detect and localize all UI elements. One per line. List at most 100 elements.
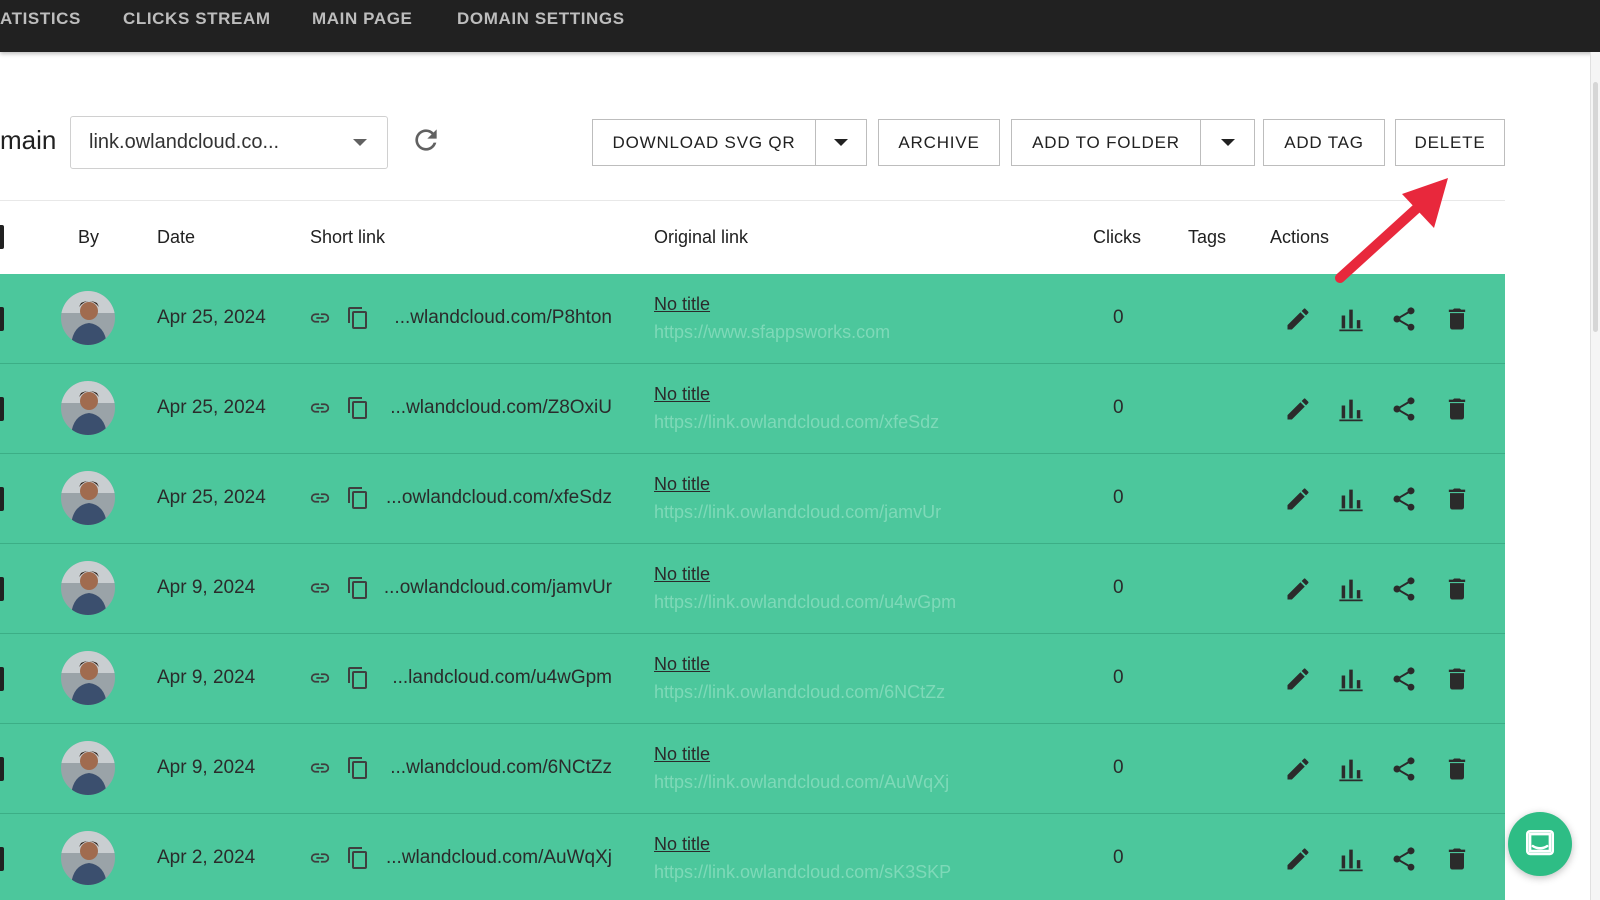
- edit-icon[interactable]: [1284, 485, 1312, 513]
- row-original-title[interactable]: No title: [654, 384, 710, 405]
- copy-icon[interactable]: [346, 305, 370, 331]
- row-original-url[interactable]: https://link.owlandcloud.com/AuWqXj: [654, 772, 949, 793]
- row-original-url[interactable]: https://link.owlandcloud.com/xfeSdz: [654, 412, 939, 433]
- delete-icon[interactable]: [1443, 755, 1471, 783]
- stats-icon[interactable]: [1337, 665, 1365, 693]
- stats-icon[interactable]: [1337, 575, 1365, 603]
- row-short-link[interactable]: ...landcloud.com/u4wGpm: [392, 667, 612, 689]
- header-date[interactable]: Date: [157, 227, 195, 248]
- chat-button[interactable]: [1508, 812, 1572, 876]
- stats-icon[interactable]: [1337, 395, 1365, 423]
- table-row: Apr 9, 2024 ...owlandcloud.com/jamvUr No…: [0, 544, 1505, 634]
- link-icon[interactable]: [309, 487, 331, 509]
- tab-clicks-stream[interactable]: CLICKS STREAM: [123, 9, 271, 29]
- share-icon[interactable]: [1390, 665, 1418, 693]
- copy-icon[interactable]: [346, 755, 370, 781]
- tab-domain-settings[interactable]: DOMAIN SETTINGS: [457, 9, 625, 29]
- header-clicks[interactable]: Clicks: [1093, 227, 1141, 248]
- archive-button[interactable]: ARCHIVE: [878, 119, 1000, 166]
- link-icon[interactable]: [309, 577, 331, 599]
- copy-icon[interactable]: [346, 395, 370, 421]
- delete-icon[interactable]: [1443, 395, 1471, 423]
- stats-icon[interactable]: [1337, 845, 1365, 873]
- row-short-link[interactable]: ...wlandcloud.com/P8hton: [394, 307, 612, 329]
- copy-icon[interactable]: [346, 665, 370, 691]
- share-icon[interactable]: [1390, 845, 1418, 873]
- row-original-url[interactable]: https://link.owlandcloud.com/sK3SKP: [654, 862, 951, 883]
- download-svg-qr-label: DOWNLOAD SVG QR: [612, 132, 796, 152]
- share-icon[interactable]: [1390, 305, 1418, 333]
- row-original-title[interactable]: No title: [654, 294, 710, 315]
- delete-icon[interactable]: [1443, 665, 1471, 693]
- share-icon[interactable]: [1390, 755, 1418, 783]
- tab-statistics[interactable]: ATISTICS: [0, 9, 81, 29]
- row-original-title[interactable]: No title: [654, 474, 710, 495]
- delete-icon[interactable]: [1443, 305, 1471, 333]
- scrollbar-thumb[interactable]: [1593, 82, 1598, 332]
- row-checkbox[interactable]: [0, 397, 4, 421]
- share-icon[interactable]: [1390, 485, 1418, 513]
- select-all-checkbox[interactable]: [0, 225, 4, 249]
- edit-icon[interactable]: [1284, 665, 1312, 693]
- row-checkbox[interactable]: [0, 667, 4, 691]
- row-original-title[interactable]: No title: [654, 654, 710, 675]
- delete-icon[interactable]: [1443, 485, 1471, 513]
- row-original-url[interactable]: https://link.owlandcloud.com/6NCtZz: [654, 682, 945, 703]
- stats-icon[interactable]: [1337, 305, 1365, 333]
- stats-icon[interactable]: [1337, 485, 1365, 513]
- copy-icon[interactable]: [346, 845, 370, 871]
- chevron-down-icon: [1220, 139, 1235, 146]
- edit-icon[interactable]: [1284, 395, 1312, 423]
- link-icon[interactable]: [309, 757, 331, 779]
- tab-main-page[interactable]: MAIN PAGE: [312, 9, 412, 29]
- row-original-title[interactable]: No title: [654, 744, 710, 765]
- table-header: By Date Short link Original link Clicks …: [0, 201, 1505, 274]
- row-short-link[interactable]: ...wlandcloud.com/6NCtZz: [390, 757, 612, 779]
- link-icon[interactable]: [309, 397, 331, 419]
- chevron-down-icon: [353, 139, 367, 146]
- link-icon[interactable]: [309, 307, 331, 329]
- row-short-link[interactable]: ...owlandcloud.com/jamvUr: [384, 577, 612, 599]
- page-scrollbar[interactable]: [1590, 52, 1600, 900]
- row-short-link[interactable]: ...wlandcloud.com/AuWqXj: [386, 847, 612, 869]
- row-original-url[interactable]: https://link.owlandcloud.com/jamvUr: [654, 502, 941, 523]
- delete-icon[interactable]: [1443, 575, 1471, 603]
- share-icon[interactable]: [1390, 395, 1418, 423]
- row-original-url[interactable]: https://link.owlandcloud.com/u4wGpm: [654, 592, 956, 613]
- row-short-link[interactable]: ...wlandcloud.com/Z8OxiU: [390, 397, 612, 419]
- row-checkbox[interactable]: [0, 307, 4, 331]
- download-svg-qr-button[interactable]: DOWNLOAD SVG QR: [592, 119, 816, 166]
- link-icon[interactable]: [309, 847, 331, 869]
- copy-icon[interactable]: [346, 575, 370, 601]
- delete-icon[interactable]: [1443, 845, 1471, 873]
- avatar: [61, 381, 115, 435]
- domain-select[interactable]: link.owlandcloud.co...: [70, 116, 388, 169]
- row-original-title[interactable]: No title: [654, 834, 710, 855]
- row-checkbox[interactable]: [0, 847, 4, 871]
- stats-icon[interactable]: [1337, 755, 1365, 783]
- share-icon[interactable]: [1390, 575, 1418, 603]
- delete-button[interactable]: DELETE: [1395, 119, 1505, 166]
- row-date: Apr 9, 2024: [157, 757, 256, 778]
- domain-select-value: link.owlandcloud.co...: [89, 131, 280, 153]
- add-to-folder-button[interactable]: ADD TO FOLDER: [1011, 119, 1201, 166]
- edit-icon[interactable]: [1284, 575, 1312, 603]
- link-icon[interactable]: [309, 667, 331, 689]
- refresh-button[interactable]: [410, 124, 442, 156]
- row-checkbox[interactable]: [0, 757, 4, 781]
- row-original-title[interactable]: No title: [654, 564, 710, 585]
- edit-icon[interactable]: [1284, 845, 1312, 873]
- edit-icon[interactable]: [1284, 755, 1312, 783]
- row-checkbox[interactable]: [0, 577, 4, 601]
- row-clicks: 0: [1113, 757, 1124, 778]
- row-short-link[interactable]: ...owlandcloud.com/xfeSdz: [386, 487, 612, 509]
- copy-icon[interactable]: [346, 485, 370, 511]
- row-original-url[interactable]: https://www.sfappsworks.com: [654, 322, 890, 343]
- edit-icon[interactable]: [1284, 305, 1312, 333]
- refresh-icon: [415, 129, 437, 151]
- add-tag-button[interactable]: ADD TAG: [1263, 119, 1385, 166]
- row-checkbox[interactable]: [0, 487, 4, 511]
- row-clicks: 0: [1113, 397, 1124, 418]
- download-options-button[interactable]: [815, 119, 867, 166]
- folder-options-button[interactable]: [1200, 119, 1255, 166]
